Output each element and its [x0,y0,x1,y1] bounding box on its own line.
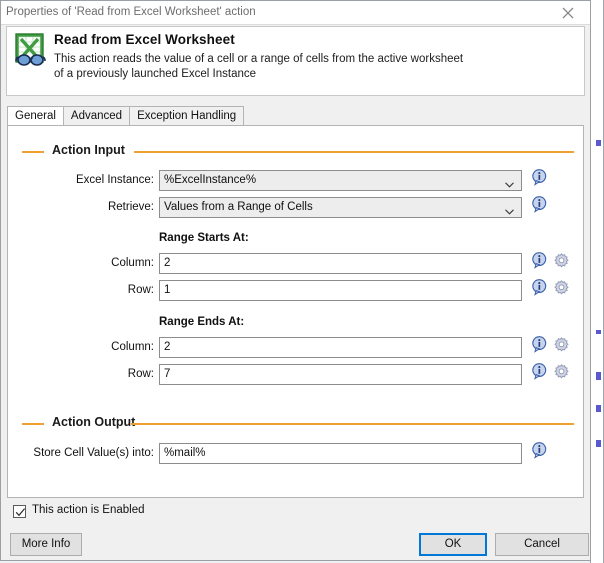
excel-read-icon [13,32,51,70]
gear-icon[interactable] [554,253,569,268]
action-header: Read from Excel Worksheet This action re… [6,26,585,96]
action-description-line1: This action reads the value of a cell or… [54,53,464,65]
background-mark [596,405,601,412]
tab-exception-handling[interactable]: Exception Handling [129,106,245,125]
cancel-button[interactable]: Cancel [495,533,589,556]
background-mark [596,140,601,146]
group-line [134,151,574,153]
general-tab-panel: Action Input Excel Instance: %ExcelInsta… [7,125,584,498]
end-column-input[interactable]: 2 [159,337,522,358]
tab-general[interactable]: General [7,106,64,125]
background-mark [596,440,601,447]
gear-icon[interactable] [554,280,569,295]
chevron-down-icon[interactable] [505,204,514,218]
store-cell-values-input[interactable]: %mail% [159,443,522,464]
retrieve-combobox[interactable]: Values from a Range of Cells [159,197,522,218]
label-end-row: Row: [127,368,154,380]
info-icon[interactable] [532,169,547,186]
heading-range-starts-at: Range Starts At: [159,232,249,244]
group-header-action-input: Action Input [22,143,574,159]
gear-icon[interactable] [554,364,569,379]
background-scroll-strip [590,0,604,563]
info-icon[interactable] [532,279,547,296]
label-retrieve: Retrieve: [107,201,154,213]
more-info-button[interactable]: More Info [10,533,82,556]
label-store-cell-values: Store Cell Value(s) into: [33,447,154,459]
info-icon[interactable] [532,363,547,380]
tab-advanced[interactable]: Advanced [62,106,131,125]
start-column-input[interactable]: 2 [159,253,522,274]
close-button[interactable] [546,1,590,24]
group-line [131,423,574,425]
end-row-input[interactable]: 7 [159,364,522,385]
info-icon[interactable] [532,442,547,459]
enabled-checkbox[interactable] [13,505,26,518]
label-start-column: Column: [111,257,154,269]
start-row-input[interactable]: 1 [159,280,522,301]
group-dash [22,423,44,425]
action-description-line2: of a previously launched Excel Instance [54,68,257,80]
group-dash [22,151,44,153]
enabled-checkbox-label: This action is Enabled [32,504,145,516]
action-description: This action reads the value of a cell or… [54,52,574,82]
ok-button[interactable]: OK [419,533,487,556]
label-end-column: Column: [111,341,154,353]
background-mark [596,372,601,380]
chevron-down-icon[interactable] [505,177,514,191]
excel-instance-combobox[interactable]: %ExcelInstance% [159,170,522,191]
background-mark [596,330,601,334]
group-label-action-output: Action Output [52,415,136,429]
label-start-row: Row: [127,284,154,296]
gear-icon[interactable] [554,337,569,352]
window-title: Properties of 'Read from Excel Worksheet… [6,6,256,18]
info-icon[interactable] [532,336,547,353]
title-bar: Properties of 'Read from Excel Worksheet… [1,1,590,25]
group-header-action-output: Action Output [22,415,574,431]
label-excel-instance: Excel Instance: [76,174,154,186]
tab-strip: General Advanced Exception Handling [7,106,590,125]
action-title: Read from Excel Worksheet [54,32,235,47]
group-label-action-input: Action Input [52,143,125,157]
info-icon[interactable] [532,252,547,269]
heading-range-ends-at: Range Ends At: [159,316,245,328]
info-icon[interactable] [532,196,547,213]
properties-dialog: Properties of 'Read from Excel Worksheet… [0,0,591,561]
